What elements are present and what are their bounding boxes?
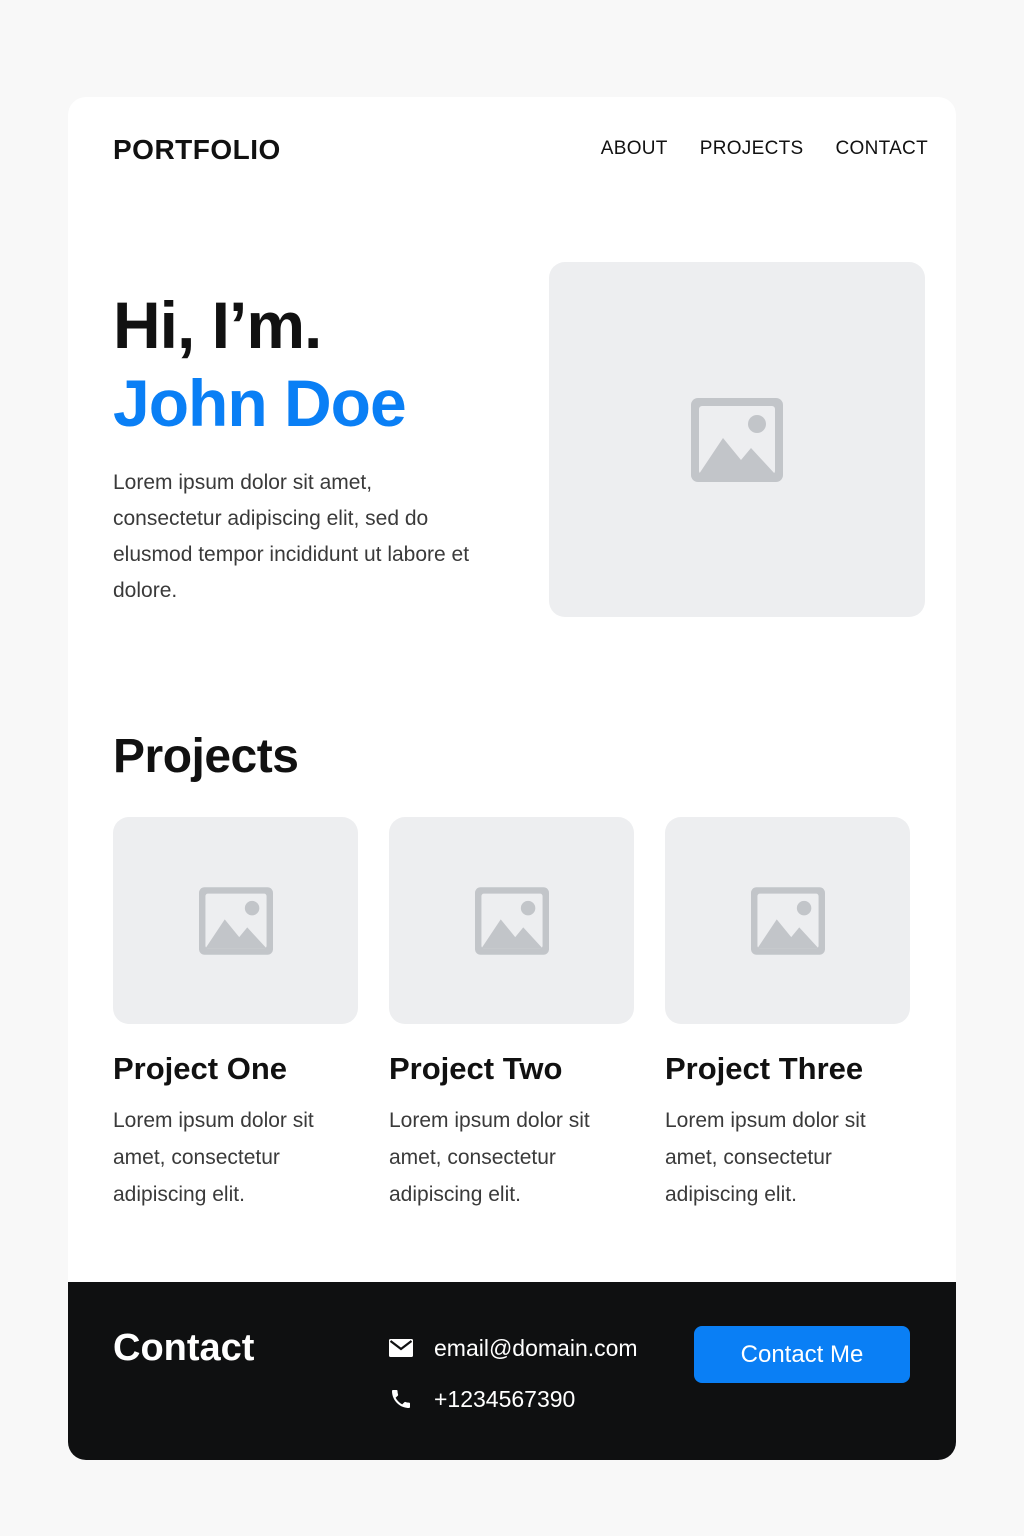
project-card[interactable]: Project Two Lorem ipsum dolor sit amet, … <box>389 817 634 1213</box>
projects-heading: Projects <box>113 730 299 783</box>
image-placeholder-icon <box>198 886 273 955</box>
project-description: Lorem ipsum dolor sit amet, consectetur … <box>113 1109 314 1206</box>
hero-image <box>549 262 925 617</box>
image-placeholder-icon <box>750 886 825 955</box>
nav-link-projects[interactable]: PROJECTS <box>700 137 804 161</box>
project-description: Lorem ipsum dolor sit amet, consectetur … <box>665 1109 866 1206</box>
contact-phone-row: +1234567390 <box>388 1384 575 1414</box>
contact-footer: Contact email@domain.com +1234567390 Con… <box>68 1282 956 1460</box>
project-card[interactable]: Project Three Lorem ipsum dolor sit amet… <box>665 817 910 1213</box>
contact-email[interactable]: email@domain.com <box>434 1333 638 1363</box>
contact-me-button[interactable]: Contact Me <box>694 1326 910 1383</box>
hero-description: Lorem ipsum dolor sit amet, consectetur … <box>113 471 470 602</box>
project-card[interactable]: Project One Lorem ipsum dolor sit amet, … <box>113 817 358 1213</box>
mail-icon <box>388 1335 414 1361</box>
image-placeholder-icon <box>474 886 549 955</box>
projects-grid: Project One Lorem ipsum dolor sit amet, … <box>113 817 913 1213</box>
nav-link-about[interactable]: ABOUT <box>601 137 668 161</box>
project-image[interactable] <box>113 817 358 1024</box>
project-image[interactable] <box>389 817 634 1024</box>
hero-name: John Doe <box>113 366 407 440</box>
phone-icon <box>388 1386 414 1412</box>
project-description: Lorem ipsum dolor sit amet, consectetur … <box>389 1109 590 1206</box>
contact-email-row: email@domain.com <box>388 1333 638 1363</box>
project-title[interactable]: Project Two <box>389 1050 634 1088</box>
image-placeholder-icon <box>691 397 783 482</box>
hero-text: Hi, I’m. John Doe Lorem ipsum dolor sit … <box>113 287 513 630</box>
hero-greeting: Hi, I’m. <box>113 288 322 362</box>
project-title[interactable]: Project One <box>113 1050 358 1088</box>
contact-heading: Contact <box>113 1327 255 1369</box>
main-nav: ABOUT PROJECTS CONTACT <box>601 137 928 161</box>
contact-phone[interactable]: +1234567390 <box>434 1384 575 1414</box>
site-logo[interactable]: PORTFOLIO <box>113 133 281 167</box>
project-title[interactable]: Project Three <box>665 1050 910 1088</box>
nav-link-contact[interactable]: CONTACT <box>835 137 928 161</box>
project-image[interactable] <box>665 817 910 1024</box>
portfolio-card: PORTFOLIO ABOUT PROJECTS CONTACT Hi, I’m… <box>68 97 956 1460</box>
